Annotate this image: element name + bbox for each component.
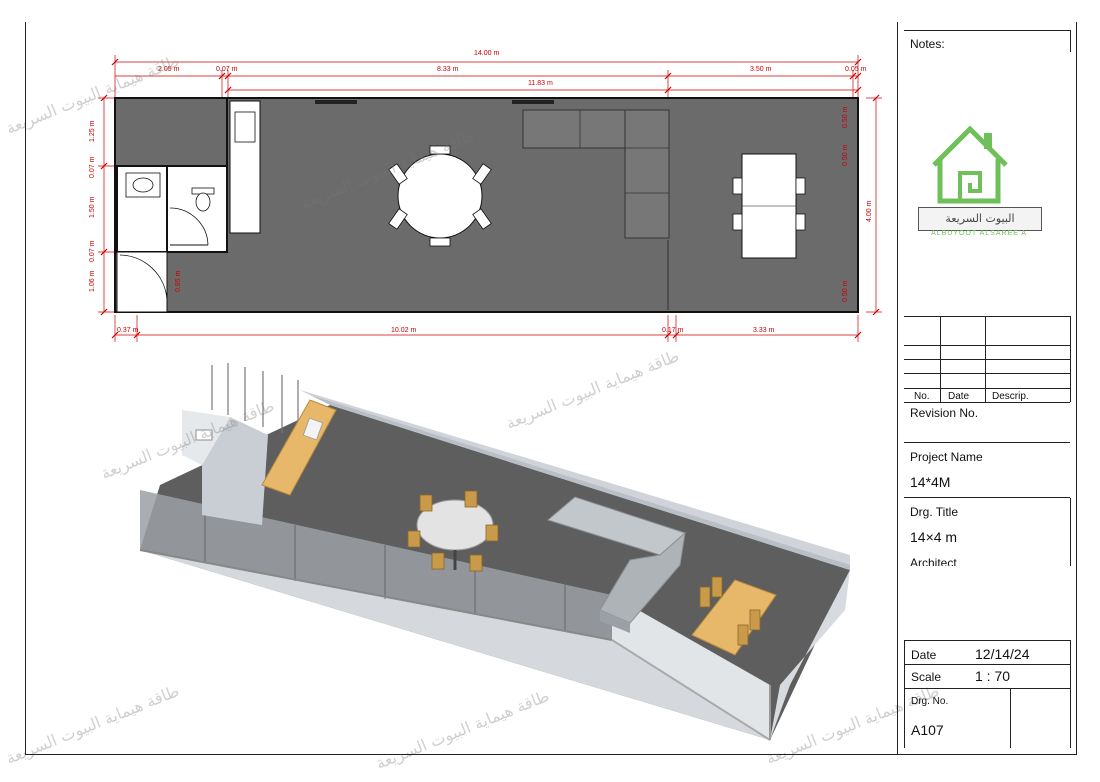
- drg-no-label: Drg. No.: [911, 696, 949, 707]
- dim-top-3: 8.33 m: [437, 66, 459, 73]
- rev-line-v: [985, 316, 986, 402]
- dim-right-3: 0.50 m: [842, 280, 849, 302]
- sheet-border-right: [1076, 22, 1077, 755]
- scale-label: Scale: [911, 670, 942, 684]
- dim-bottom-2: 10.02 m: [391, 327, 417, 334]
- dim-overall-width: 4.00 m: [866, 200, 873, 222]
- rev-col-date: Date: [948, 391, 970, 402]
- drg-title-value: 14×4 m: [910, 529, 958, 545]
- architect-row: Architect: [904, 552, 1070, 566]
- dim-right-1: 0.50 m: [842, 106, 849, 128]
- dim-top-5: 0.05 m: [845, 66, 867, 73]
- rev-line: [904, 345, 1070, 346]
- date-value: 12/14/24: [975, 646, 1030, 662]
- drg-no-value: A107: [911, 722, 944, 738]
- house-logo-icon: [932, 125, 1008, 204]
- tb-line: [904, 640, 1070, 641]
- scale-value: 1 : 70: [975, 668, 1011, 684]
- dim-top-2: 0.07 m: [216, 66, 238, 73]
- rev-line-v: [1070, 316, 1071, 402]
- dim-bottom-4: 3.33 m: [753, 327, 775, 334]
- notes-line: [904, 30, 1070, 31]
- dim-left-5: 1.06 m: [89, 270, 96, 292]
- sheet-border-left: [25, 22, 26, 755]
- title-block-divider: [897, 22, 898, 755]
- notes-label: Notes:: [910, 37, 945, 51]
- project-name-label: Project Name: [910, 450, 983, 464]
- tb-line-v: [904, 640, 905, 748]
- drg-title-label: Drg. Title: [910, 505, 959, 519]
- rev-line: [904, 388, 1070, 389]
- dim-bottom-3: 0.17 m: [662, 327, 684, 334]
- rev-line: [904, 316, 1070, 317]
- dim-door-width: 0.95 m: [175, 270, 182, 292]
- sheet-border-bottom: [25, 754, 1077, 755]
- tb-line-v: [1010, 688, 1011, 748]
- dim-inner-length: 11.83 m: [528, 80, 553, 87]
- rev-col-descrip: Descrip.: [992, 391, 1029, 402]
- floor-plan-drawing: [98, 55, 882, 342]
- company-logo: البيوت السريعة ALBUYOOT ALSAREE'A: [918, 125, 1042, 241]
- tb-line: [904, 497, 1070, 498]
- dim-left-2: 0.07 m: [89, 156, 96, 178]
- dim-left-4: 0.07 m: [89, 240, 96, 262]
- date-label: Date: [911, 648, 937, 662]
- notes-line-v: [1070, 30, 1071, 52]
- dim-overall-length: 14.00 m: [474, 50, 500, 57]
- tb-line-v: [1070, 498, 1071, 566]
- tb-line: [904, 688, 1070, 689]
- tb-line: [904, 664, 1070, 665]
- dim-left-1: 1.25 m: [89, 120, 96, 142]
- rev-col-no: No.: [914, 391, 930, 402]
- revision-label: Revision No.: [910, 406, 979, 420]
- rev-line-v: [940, 316, 941, 402]
- dim-left-3: 1.50 m: [89, 196, 96, 218]
- tb-line-v: [1070, 640, 1071, 748]
- project-name-value: 14*4M: [910, 474, 951, 490]
- tb-line: [904, 442, 1070, 443]
- logo-latin: ALBUYOOT ALSAREE'A: [931, 230, 1027, 237]
- rev-line: [904, 402, 1070, 403]
- architect-label: Architect: [910, 556, 957, 566]
- dim-right-2: 0.50 m: [842, 144, 849, 166]
- dim-top-4: 3.50 m: [750, 66, 772, 73]
- dim-bottom-1: 0.37 m: [117, 327, 139, 334]
- rev-line: [904, 373, 1070, 374]
- floor-plan: 14.00 m 2.05 m 0.07 m 8.33 m 3.50 m 0.05…: [0, 0, 900, 345]
- rev-line: [904, 359, 1070, 360]
- logo-arabic: البيوت السريعة: [918, 207, 1042, 231]
